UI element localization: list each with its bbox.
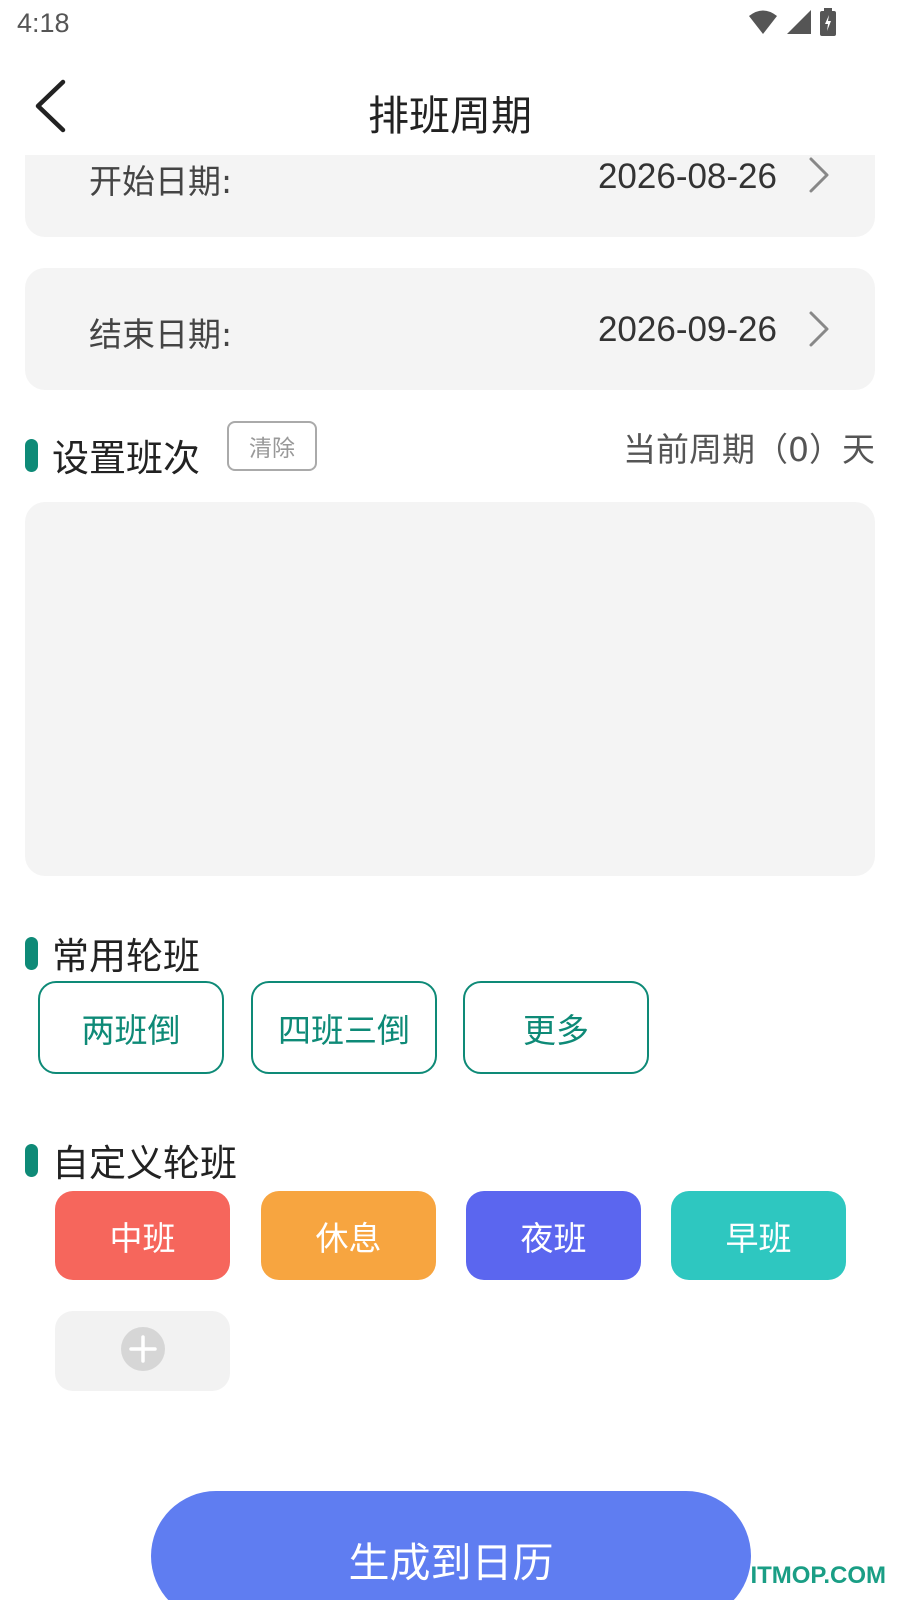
signal-icon (786, 9, 812, 35)
chevron-right-icon (807, 155, 831, 195)
shift-setup-header: 设置班次 (25, 428, 200, 482)
section-marker (25, 438, 38, 472)
clear-button[interactable]: 清除 (227, 421, 317, 471)
start-date-row[interactable]: 开始日期: 2026-08-26 (25, 155, 875, 237)
section-marker (25, 936, 38, 970)
end-date-row[interactable]: 结束日期: 2026-09-26 (25, 268, 875, 390)
plus-circle-icon (120, 1327, 165, 1375)
page-title: 排班周期 (368, 92, 532, 140)
end-date-label: 结束日期: (89, 315, 233, 354)
end-date-value: 2026-09-26 (597, 310, 777, 349)
shift-chip-morning[interactable]: 早班 (671, 1191, 846, 1280)
chevron-right-icon (807, 309, 831, 349)
start-date-label: 开始日期: (89, 162, 233, 201)
wifi-icon (748, 9, 778, 35)
rotation-two-shift-button[interactable]: 两班倒 (38, 981, 224, 1074)
shift-setup-title: 设置班次 (52, 437, 200, 480)
shift-chip-middle[interactable]: 中班 (55, 1191, 230, 1280)
common-rotation-header: 常用轮班 (25, 926, 200, 980)
watermark: ITMOP.COM (750, 1562, 886, 1589)
status-time: 4:18 (17, 8, 70, 38)
rotation-four-shift-button[interactable]: 四班三倒 (251, 981, 437, 1074)
battery-icon (820, 8, 836, 36)
nav-bar: 排班周期 (0, 60, 900, 156)
common-rotation-title: 常用轮班 (52, 935, 200, 978)
cycle-days-text: 当前周期（0）天 (623, 430, 875, 469)
status-icons (748, 8, 836, 36)
add-shift-button[interactable] (55, 1311, 230, 1391)
generate-to-calendar-button[interactable]: 生成到日历 (151, 1491, 751, 1600)
shift-sequence-area[interactable] (25, 502, 875, 876)
rotation-more-button[interactable]: 更多 (463, 981, 649, 1074)
start-date-value: 2026-08-26 (597, 157, 777, 196)
shift-chip-rest[interactable]: 休息 (261, 1191, 436, 1280)
status-bar: 4:18 (0, 0, 900, 50)
section-marker (25, 1143, 38, 1177)
shift-chip-night[interactable]: 夜班 (466, 1191, 641, 1280)
custom-rotation-header: 自定义轮班 (25, 1133, 237, 1187)
custom-rotation-title: 自定义轮班 (52, 1142, 237, 1185)
